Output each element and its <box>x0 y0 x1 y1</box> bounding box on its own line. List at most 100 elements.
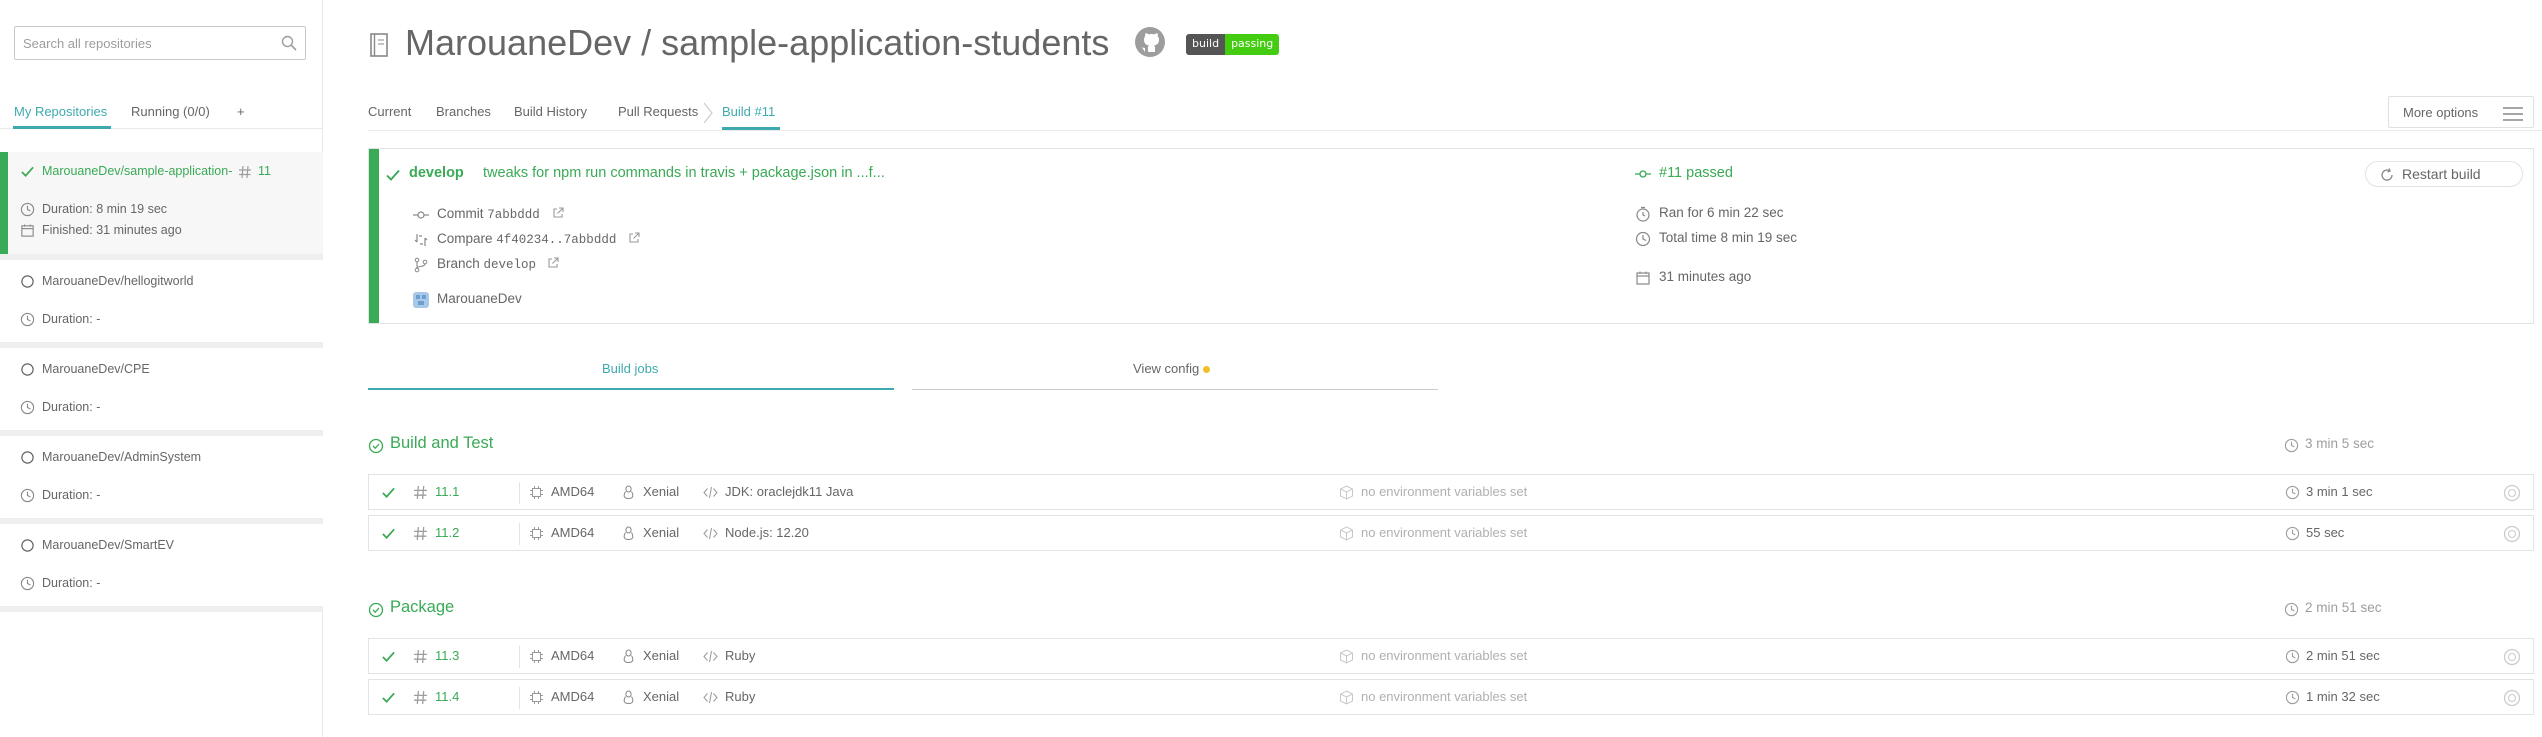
job-env: no environment variables set <box>1361 525 1528 540</box>
code-icon <box>703 486 718 499</box>
passed-status-bar <box>369 149 379 323</box>
clock-icon <box>20 202 35 217</box>
stopwatch-icon <box>1636 206 1650 222</box>
repo-item-adminsystem[interactable]: MarouaneDev/AdminSystem Duration: - <box>0 436 323 524</box>
more-options-label: More options <box>2403 105 2479 120</box>
cube-icon <box>1340 526 1353 541</box>
branch-ref[interactable]: develop <box>484 258 537 272</box>
avatar-icon <box>413 292 429 308</box>
build-status-badge[interactable]: build passing <box>1186 34 1280 55</box>
branch-name[interactable]: develop <box>409 165 464 181</box>
job-duration: 55 sec <box>2306 525 2345 540</box>
hash-icon <box>414 650 427 663</box>
calendar-icon <box>1636 271 1650 285</box>
build-number[interactable]: 11 <box>258 164 271 178</box>
job-os: Xenial <box>643 689 680 704</box>
job-number[interactable]: 11.4 <box>435 689 459 704</box>
job-duration: 1 min 32 sec <box>2306 689 2380 704</box>
job-number[interactable]: 11.2 <box>435 525 459 540</box>
job-row-11-2[interactable]: 11.2 AMD64 Xenial Node.js: 12.20 no envi… <box>368 515 2534 551</box>
job-env: no environment variables set <box>1361 484 1528 499</box>
divider <box>519 523 520 545</box>
compare-range[interactable]: 4f40234..7abbddd <box>496 233 616 247</box>
tab-build-jobs[interactable]: Build jobs <box>368 355 894 390</box>
linux-icon <box>623 690 634 705</box>
commit-message[interactable]: tweaks for npm run commands in travis + … <box>483 165 933 181</box>
check-icon <box>386 169 400 181</box>
tab-pull-requests[interactable]: Pull Requests <box>618 104 698 119</box>
badge-label: build <box>1186 34 1226 55</box>
commit-icon <box>1635 170 1651 178</box>
tab-build-history[interactable]: Build History <box>514 104 587 119</box>
search-input[interactable] <box>15 27 265 59</box>
stage-duration: 3 min 5 sec <box>2305 436 2375 451</box>
repo-item-hellogitworld[interactable]: MarouaneDev/hellogitworld Duration: - <box>0 260 323 348</box>
cancel-icon[interactable] <box>2503 484 2521 502</box>
cancel-icon[interactable] <box>2503 525 2521 543</box>
hash-icon <box>239 165 251 179</box>
book-icon <box>370 33 388 57</box>
tab-branches[interactable]: Branches <box>436 104 491 119</box>
check-icon <box>382 651 395 663</box>
tab-current[interactable]: Current <box>368 104 411 119</box>
clock-icon <box>20 576 35 591</box>
stage-duration: 2 min 51 sec <box>2305 600 2382 615</box>
divider <box>519 646 520 668</box>
clock-icon <box>20 488 35 503</box>
repo-item-sample-application-students[interactable]: MarouaneDev/sample-application-students … <box>0 152 323 260</box>
job-arch: AMD64 <box>551 648 595 663</box>
cancel-icon[interactable] <box>2503 689 2521 707</box>
circle-icon <box>21 363 34 376</box>
badge-value: passing <box>1225 34 1280 55</box>
repo-name[interactable]: MarouaneDev/SmartEV <box>42 538 174 552</box>
cube-icon <box>1340 690 1353 705</box>
job-row-11-4[interactable]: 11.4 AMD64 Xenial Ruby no environment va… <box>368 679 2534 715</box>
restart-build-button[interactable]: Restart build <box>2365 161 2523 187</box>
clock-icon <box>2284 602 2299 617</box>
tab-my-repositories[interactable]: My Repositories <box>14 104 107 119</box>
github-icon[interactable] <box>1134 26 1166 58</box>
more-options-button[interactable]: More options <box>2388 96 2534 128</box>
branch-label: Branch develop <box>437 256 536 272</box>
repo-duration: Duration: - <box>42 400 101 414</box>
hash-icon <box>414 691 427 704</box>
repo-item-smartev[interactable]: MarouaneDev/SmartEV Duration: - <box>0 524 323 612</box>
job-os: Xenial <box>643 484 680 499</box>
repo-name[interactable]: MarouaneDev/hellogitworld <box>42 274 193 288</box>
repo-name[interactable]: MarouaneDev/sample-application-students <box>42 164 232 178</box>
search-icon[interactable] <box>281 35 297 51</box>
author-name[interactable]: MarouaneDev <box>437 291 522 306</box>
code-icon <box>703 527 718 540</box>
job-number[interactable]: 11.1 <box>435 484 459 499</box>
repo-name[interactable]: MarouaneDev/CPE <box>42 362 150 376</box>
repo-duration: Duration: 8 min 19 sec <box>42 202 168 216</box>
external-link-icon[interactable] <box>547 257 559 269</box>
add-repository-button[interactable]: + <box>237 104 245 119</box>
external-link-icon[interactable] <box>628 232 640 244</box>
repo-item-cpe[interactable]: MarouaneDev/CPE Duration: - <box>0 348 323 436</box>
stage-title: Package <box>390 598 455 616</box>
job-row-11-3[interactable]: 11.3 AMD64 Xenial Ruby no environment va… <box>368 638 2534 674</box>
tab-underline <box>368 388 894 390</box>
compare-label: Compare 4f40234..7abbddd <box>437 231 616 247</box>
job-number[interactable]: 11.3 <box>435 648 459 663</box>
linux-icon <box>623 485 634 500</box>
nav-divider <box>368 130 2542 131</box>
linux-icon <box>623 526 634 541</box>
search-box[interactable] <box>14 26 306 60</box>
tab-build-11[interactable]: Build #11 <box>722 104 775 119</box>
job-env: no environment variables set <box>1361 648 1528 663</box>
circle-icon <box>21 539 34 552</box>
job-row-11-1[interactable]: 11.1 AMD64 Xenial JDK: oraclejdk11 Java … <box>368 474 2534 510</box>
cancel-icon[interactable] <box>2503 648 2521 666</box>
external-link-icon[interactable] <box>552 207 564 219</box>
branch-label-text: Branch <box>437 256 480 271</box>
repo-name[interactable]: MarouaneDev/AdminSystem <box>42 450 201 464</box>
commit-sha[interactable]: 7abbddd <box>487 208 540 222</box>
tab-running[interactable]: Running (0/0) <box>131 104 210 119</box>
clock-icon <box>2285 526 2300 541</box>
clock-icon <box>2285 485 2300 500</box>
tab-view-config[interactable]: View config <box>912 355 1438 390</box>
nav-active-indicator <box>722 127 780 130</box>
cpu-icon <box>530 527 543 540</box>
